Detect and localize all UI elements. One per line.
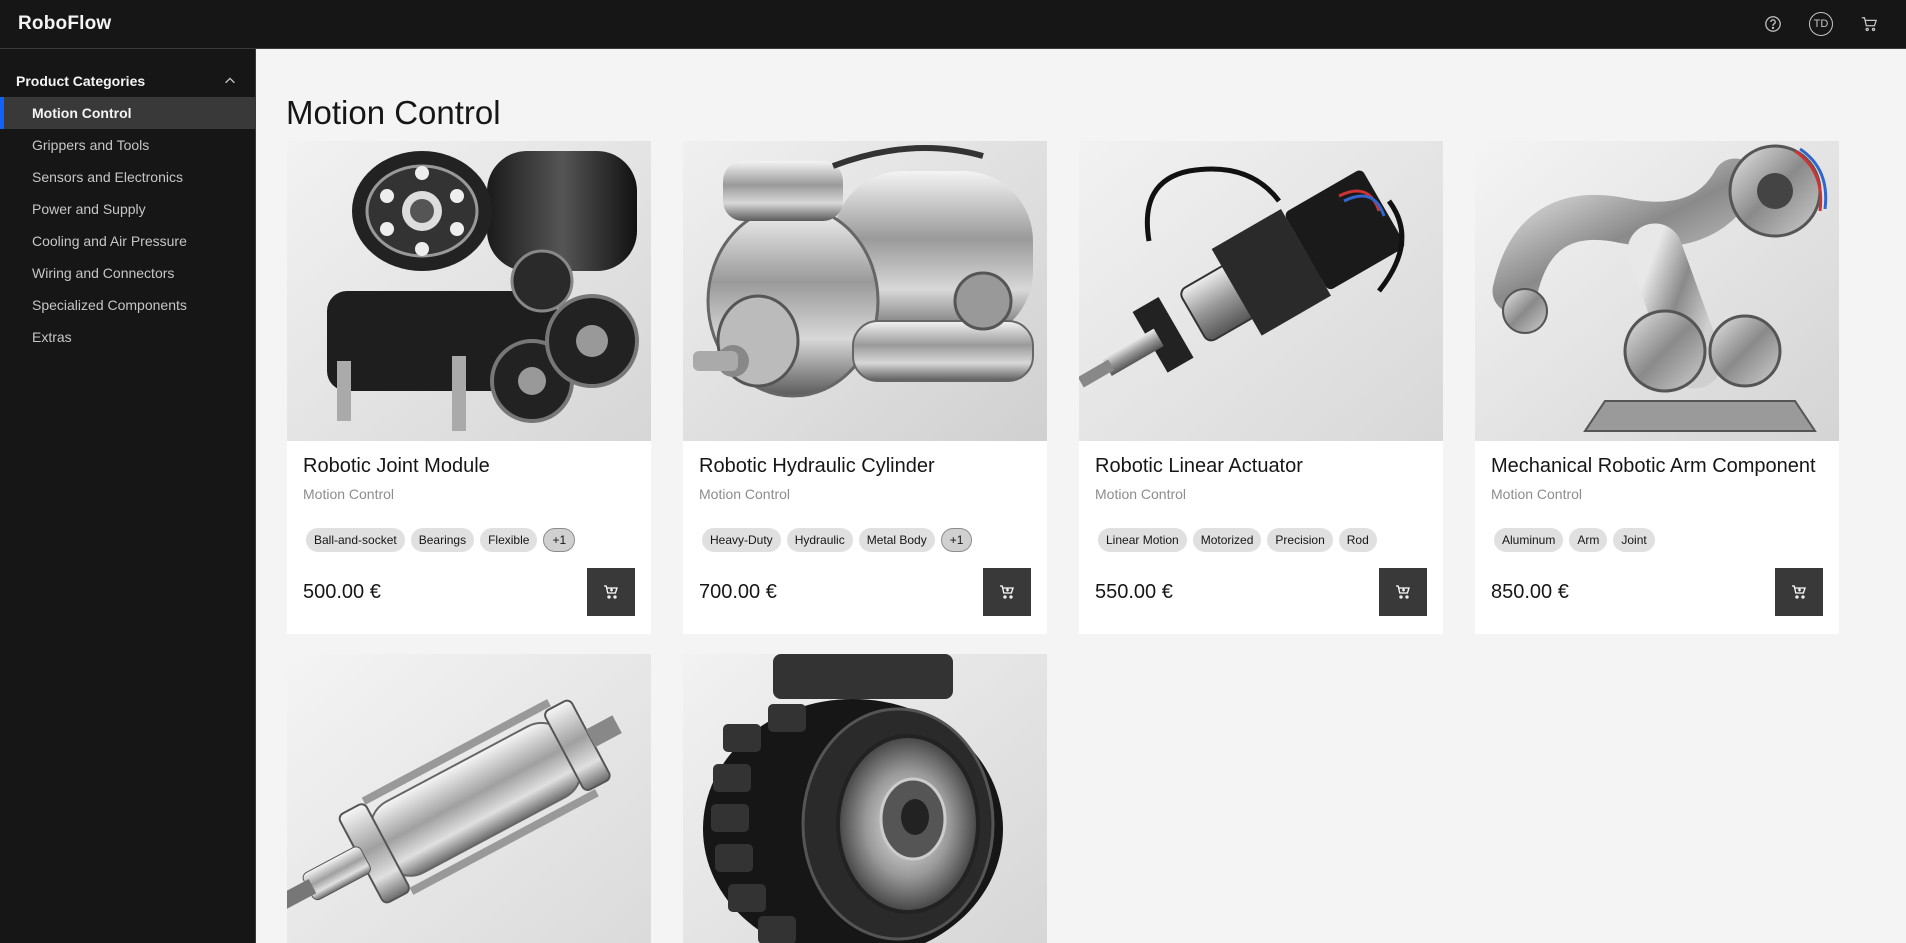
tag-list: Aluminum Arm Joint — [1494, 528, 1823, 552]
categories-heading: Product Categories — [16, 73, 146, 89]
page-title: Motion Control — [286, 94, 501, 131]
sidebar-item-wiring-connectors[interactable]: Wiring and Connectors — [0, 257, 255, 289]
product-card[interactable]: Mechanical Robotic Arm Component Motion … — [1475, 141, 1839, 634]
card-footer: 550.00 € — [1095, 568, 1427, 616]
sidebar-item-extras[interactable]: Extras — [0, 321, 255, 353]
tag: Motorized — [1192, 528, 1262, 552]
product-price: 500.00 € — [303, 580, 381, 603]
product-name[interactable]: Robotic Hydraulic Cylinder — [699, 455, 1031, 483]
product-image[interactable] — [683, 141, 1047, 441]
product-category: Motion Control — [1095, 486, 1187, 502]
tag: Heavy-Duty — [702, 528, 781, 552]
help-icon[interactable] — [1760, 11, 1786, 37]
product-grid: Robotic Joint Module Motion Control Ball… — [287, 141, 1906, 943]
card-footer: 700.00 € — [699, 568, 1031, 616]
tag: Arm — [1569, 528, 1608, 552]
tag-list: Heavy-Duty Hydraulic Metal Body +1 — [702, 528, 1031, 552]
sidebar-item-cooling-air-pressure[interactable]: Cooling and Air Pressure — [0, 225, 255, 257]
tag: Hydraulic — [786, 528, 853, 552]
more-tags-badge[interactable]: +1 — [543, 528, 576, 552]
more-tags-badge[interactable]: +1 — [940, 528, 973, 552]
card-footer: 850.00 € — [1491, 568, 1823, 616]
add-to-cart-icon — [604, 585, 618, 599]
tag: Precision — [1267, 528, 1333, 552]
sidebar-item-grippers-tools[interactable]: Grippers and Tools — [0, 129, 255, 161]
add-to-cart-button[interactable] — [983, 568, 1031, 616]
product-image[interactable] — [683, 654, 1047, 943]
product-image[interactable] — [1475, 141, 1839, 441]
add-to-cart-button[interactable] — [587, 568, 635, 616]
card-body: Robotic Linear Actuator Motion Control L… — [1079, 441, 1443, 632]
tag: Linear Motion — [1098, 528, 1187, 552]
tag: Joint — [1613, 528, 1655, 552]
cart-icon[interactable] — [1856, 11, 1882, 37]
tag: Ball-and-socket — [306, 528, 405, 552]
sidebar: Product Categories Motion Control Grippe… — [0, 49, 256, 943]
card-body: Robotic Hydraulic Cylinder Motion Contro… — [683, 441, 1047, 632]
product-image[interactable] — [287, 654, 651, 943]
sidebar-item-motion-control[interactable]: Motion Control — [0, 97, 255, 129]
product-image[interactable] — [287, 141, 651, 441]
tag: Bearings — [410, 528, 475, 552]
category-list: Motion Control Grippers and Tools Sensor… — [0, 97, 255, 353]
product-name[interactable]: Robotic Joint Module — [303, 455, 635, 483]
product-category: Motion Control — [699, 486, 791, 502]
product-category: Motion Control — [303, 486, 395, 502]
sidebar-item-sensors-electronics[interactable]: Sensors and Electronics — [0, 161, 255, 193]
sidebar-item-power-supply[interactable]: Power and Supply — [0, 193, 255, 225]
tag-list: Linear Motion Motorized Precision Rod — [1098, 528, 1427, 552]
tag-list: Ball-and-socket Bearings Flexible +1 — [306, 528, 635, 552]
product-card[interactable] — [287, 654, 651, 943]
add-to-cart-icon — [1396, 585, 1410, 599]
product-price: 550.00 € — [1095, 580, 1173, 603]
avatar: TD — [1809, 12, 1833, 36]
tag: Flexible — [480, 528, 538, 552]
add-to-cart-button[interactable] — [1775, 568, 1823, 616]
product-card[interactable]: Robotic Joint Module Motion Control Ball… — [287, 141, 651, 634]
product-card[interactable] — [683, 654, 1047, 943]
product-name[interactable]: Robotic Linear Actuator — [1095, 455, 1427, 483]
user-avatar-button[interactable]: TD — [1808, 11, 1834, 37]
top-header: RoboFlow TD — [0, 0, 1906, 49]
product-category: Motion Control — [1491, 486, 1583, 502]
add-to-cart-icon — [1000, 585, 1014, 599]
tag: Metal Body — [858, 528, 935, 552]
add-to-cart-icon — [1792, 585, 1806, 599]
chevron-up-icon — [225, 77, 235, 84]
product-name[interactable]: Mechanical Robotic Arm Component — [1491, 455, 1823, 483]
main-content: Motion Control Robotic Joint Module Moti… — [257, 49, 1906, 943]
brand-logo[interactable]: RoboFlow — [18, 13, 111, 35]
tag: Aluminum — [1494, 528, 1564, 552]
product-card[interactable]: Robotic Hydraulic Cylinder Motion Contro… — [683, 141, 1047, 634]
tag: Rod — [1338, 528, 1377, 552]
add-to-cart-button[interactable] — [1379, 568, 1427, 616]
card-body: Mechanical Robotic Arm Component Motion … — [1475, 441, 1839, 632]
header-actions: TD — [1760, 11, 1882, 37]
card-body: Robotic Joint Module Motion Control Ball… — [287, 441, 651, 632]
categories-toggle[interactable]: Product Categories — [0, 65, 255, 97]
product-price: 850.00 € — [1491, 580, 1569, 603]
product-image[interactable] — [1079, 141, 1443, 441]
sidebar-item-specialized-components[interactable]: Specialized Components — [0, 289, 255, 321]
product-price: 700.00 € — [699, 580, 777, 603]
card-footer: 500.00 € — [303, 568, 635, 616]
product-card[interactable]: Robotic Linear Actuator Motion Control L… — [1079, 141, 1443, 634]
